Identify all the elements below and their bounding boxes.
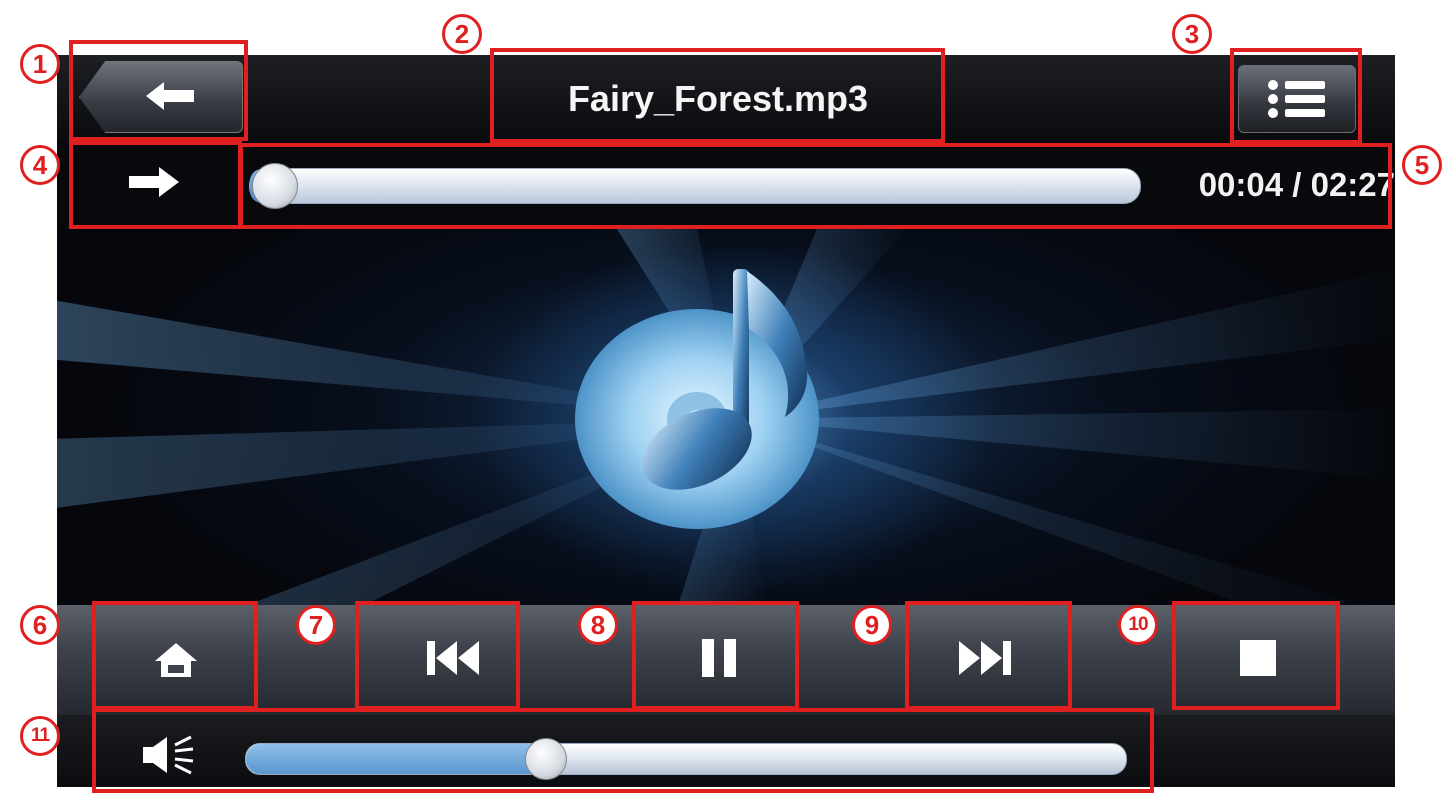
- music-note-disc-icon: [575, 269, 819, 529]
- annotation-marker-7: 7: [296, 605, 336, 645]
- annotation-marker-9: 9: [852, 605, 892, 645]
- annotation-box-previous: [355, 601, 520, 710]
- annotation-marker-6: 6: [20, 605, 60, 645]
- annotation-box-title: [490, 48, 945, 143]
- annotation-marker-8: 8: [578, 605, 618, 645]
- annotation-box-next: [905, 601, 1072, 710]
- annotation-box-repeat: [69, 141, 242, 229]
- annotation-box-back: [69, 40, 248, 141]
- annotation-marker-2: 2: [442, 14, 482, 54]
- annotation-marker-3: 3: [1172, 14, 1212, 54]
- annotation-box-home: [92, 601, 258, 710]
- annotation-marker-10: 10: [1118, 605, 1158, 645]
- annotation-box-stop: [1172, 601, 1340, 710]
- album-artwork-area: [57, 229, 1395, 605]
- annotation-box-progress: [239, 143, 1392, 229]
- annotation-marker-11: 11: [20, 716, 60, 756]
- annotation-box-pause: [632, 601, 799, 710]
- annotation-marker-1: 1: [20, 44, 60, 84]
- annotation-marker-4: 4: [20, 145, 60, 185]
- annotation-box-playlist: [1230, 48, 1362, 144]
- annotation-box-volume: [92, 708, 1154, 793]
- annotation-marker-5: 5: [1402, 145, 1442, 185]
